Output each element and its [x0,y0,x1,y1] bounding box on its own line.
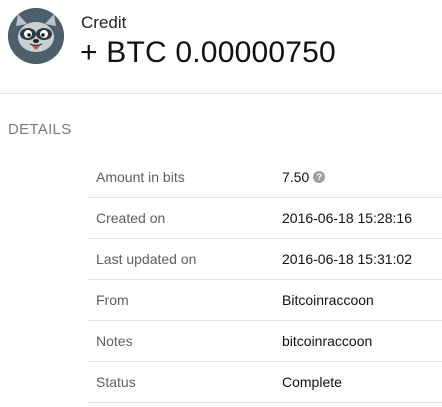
detail-label: Last updated on [96,251,197,267]
transaction-type: Credit [81,13,127,32]
detail-label: Amount in bits [96,169,185,185]
detail-value: 2016-06-18 15:31:02 [282,251,412,267]
raccoon-avatar-icon [8,8,64,64]
detail-label: Created on [96,210,166,226]
detail-value: 2016-06-18 15:28:16 [282,210,412,226]
detail-row-last-updated-on: Last updated on 2016-06-18 15:31:02 [88,239,442,280]
transaction-detail-page: Credit + BTC 0.00000750 DETAILS Amount i… [0,0,442,407]
details-list: Amount in bits 7.50? Created on 2016-06-… [88,157,442,403]
detail-value: Bitcoinraccoon [282,292,374,308]
detail-label: From [96,292,129,308]
detail-value: bitcoinraccoon [282,333,373,349]
detail-label: Notes [96,333,133,349]
detail-row-notes: Notes bitcoinraccoon [88,321,442,362]
amount-bits-value: 7.50 [282,169,310,185]
detail-label: Status [96,374,136,390]
section-title: DETAILS [8,121,72,138]
help-icon[interactable]: ? [313,171,326,184]
detail-row-from: From Bitcoinraccoon [88,280,442,321]
status-value: Complete [282,374,342,390]
detail-row-amount-in-bits: Amount in bits 7.50? [88,157,442,198]
transaction-amount: + BTC 0.00000750 [80,36,336,69]
detail-row-created-on: Created on 2016-06-18 15:28:16 [88,198,442,239]
detail-row-status: Status Complete [88,362,442,403]
transaction-header: Credit + BTC 0.00000750 [0,0,442,94]
detail-value: 7.50? [282,168,326,186]
